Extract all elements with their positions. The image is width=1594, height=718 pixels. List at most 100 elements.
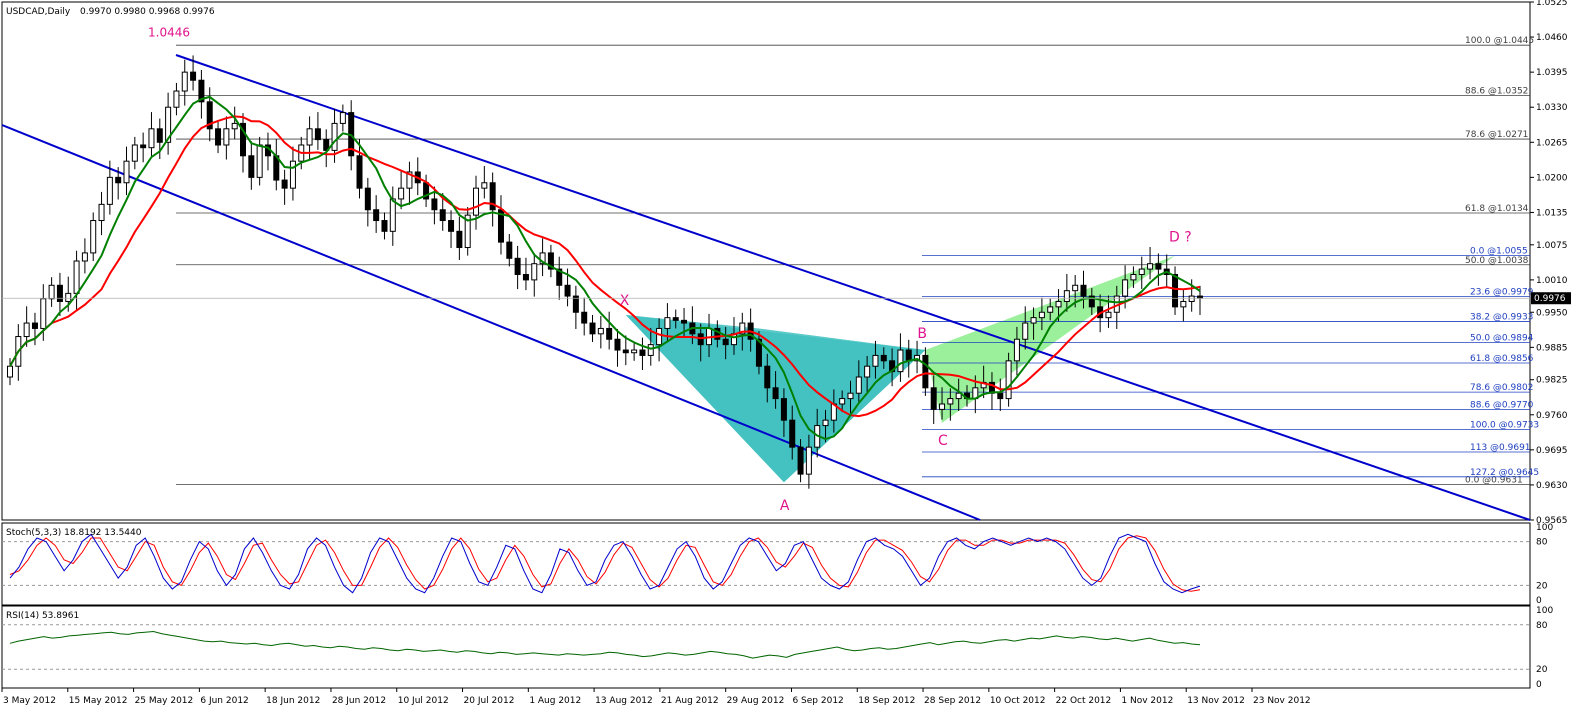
fib-lower-label: 78.6 @0.9802 <box>1470 383 1533 393</box>
bear-candle <box>614 338 621 351</box>
x-tick-label: 23 Nov 2012 <box>1253 696 1311 706</box>
window-title: USDCAD,Daily <box>6 7 71 17</box>
y-tick-label: 0.9760 <box>1536 411 1568 421</box>
x-tick-label: 18 Jun 2012 <box>266 696 320 706</box>
x-tick-label: 28 Sep 2012 <box>924 696 981 706</box>
bull-candle <box>98 203 105 222</box>
bear-candle <box>589 322 596 335</box>
y-tick-label: 1.0525 <box>1536 0 1568 8</box>
bull-candle <box>1030 317 1037 324</box>
rsi-y-label: 20 <box>1536 665 1548 675</box>
bull-candle <box>473 187 480 216</box>
bull-candle <box>647 344 654 356</box>
bull-candle <box>1130 273 1137 281</box>
x-tick-label: 18 Sep 2012 <box>858 696 915 706</box>
bear-candle <box>930 387 937 410</box>
bear-candle <box>672 317 679 321</box>
bull-candle <box>7 365 13 378</box>
bear-candle <box>639 349 646 356</box>
bear-candle <box>364 187 371 211</box>
fib-upper-label: 50.0 @1.0038 <box>1465 256 1529 266</box>
bull-candle <box>1180 300 1187 308</box>
rsi-y-label: 100 <box>1536 606 1553 616</box>
bull-candle <box>531 263 538 281</box>
fib-upper-label: 100.0 @1.0445 <box>1465 36 1534 46</box>
bear-candle <box>356 155 363 189</box>
y-tick-label: 1.0265 <box>1536 138 1568 148</box>
bull-candle <box>181 71 188 92</box>
bull-candle <box>1138 268 1145 275</box>
bear-candle <box>764 365 771 389</box>
bear-candle <box>381 220 388 232</box>
bull-candle <box>306 128 313 146</box>
y-tick-label: 1.0075 <box>1536 241 1568 251</box>
bear-candle <box>997 392 1004 400</box>
bear-candle <box>922 354 929 389</box>
fib-lower-label: 23.6 @0.9979 <box>1470 288 1534 298</box>
bull-candle <box>847 392 854 400</box>
bull-candle <box>631 349 638 354</box>
pattern-label: X <box>620 293 630 309</box>
x-tick-label: 6 Sep 2012 <box>792 696 843 706</box>
bear-candle <box>905 349 912 362</box>
bull-candle <box>864 365 871 378</box>
x-tick-label: 20 Jul 2012 <box>464 696 515 706</box>
y-tick-label: 1.0460 <box>1536 33 1568 43</box>
x-tick-label: 21 Aug 2012 <box>661 696 719 706</box>
x-tick-label: 29 Aug 2012 <box>727 696 785 706</box>
bull-candle <box>398 187 405 200</box>
bear-candle <box>31 322 38 329</box>
bull-candle <box>664 317 671 329</box>
bull-candle <box>897 349 904 373</box>
ohlc-readout: 0.9970 0.9980 0.9968 0.9976 <box>80 7 215 17</box>
bull-candle <box>1013 338 1020 362</box>
stoch-label: Stoch(5,3,3) 18.8192 13.5440 <box>6 528 142 538</box>
fib-upper-label: 61.8 @1.0134 <box>1465 204 1529 214</box>
bear-candle <box>1172 273 1179 308</box>
x-tick-label: 15 May 2012 <box>69 696 128 706</box>
stoch-y-label: 100 <box>1536 523 1553 533</box>
bull-candle <box>81 252 88 262</box>
rsi-y-label: 0 <box>1536 680 1542 690</box>
stoch-y-label: 0 <box>1536 596 1542 606</box>
y-tick-label: 1.0135 <box>1536 208 1568 218</box>
fib-lower-label: 127.2 @0.9645 <box>1470 468 1539 478</box>
y-tick-label: 0.9695 <box>1536 446 1568 456</box>
current-price-label: 0.9976 <box>1534 294 1566 304</box>
bear-candle <box>448 220 455 232</box>
bear-candle <box>880 354 887 362</box>
bear-candle <box>622 349 629 354</box>
bear-candle <box>56 284 63 302</box>
bull-candle <box>65 292 72 302</box>
bear-candle <box>581 311 588 324</box>
usdcad-chart[interactable]: 100.0 @1.0445 88.6 @1.0352 78.6 @1.0271 61.… <box>0 0 1594 718</box>
bull-candle <box>123 160 130 184</box>
bull-candle <box>1147 263 1154 270</box>
bull-candle <box>389 198 396 232</box>
bull-candle <box>805 446 812 475</box>
x-tick-label: 13 Aug 2012 <box>595 696 653 706</box>
bull-candle <box>855 376 862 394</box>
bull-candle <box>1105 311 1112 319</box>
bull-candle <box>289 160 296 189</box>
bull-candle <box>1072 284 1079 292</box>
fib-lower-label: 88.6 @0.9770 <box>1470 400 1534 410</box>
x-tick-label: 22 Oct 2012 <box>1056 696 1112 706</box>
bull-candle <box>106 176 113 205</box>
fib-upper-label: 78.6 @1.0271 <box>1465 130 1528 140</box>
x-tick-label: 25 May 2012 <box>135 696 194 706</box>
y-tick-label: 0.9950 <box>1536 308 1568 318</box>
x-tick-label: 6 Jun 2012 <box>200 696 248 706</box>
bull-candle <box>48 284 55 300</box>
bull-candle <box>1038 311 1045 319</box>
bull-candle <box>939 403 946 410</box>
rsi-label: RSI(14) 53.8961 <box>6 611 79 621</box>
y-tick-label: 0.9630 <box>1536 481 1568 491</box>
y-tick-label: 0.9825 <box>1536 376 1568 386</box>
bear-candle <box>780 398 787 421</box>
bear-candle <box>522 273 529 281</box>
pattern-label: D ? <box>1169 230 1192 246</box>
bull-candle <box>173 90 180 108</box>
bear-candle <box>248 155 255 178</box>
bull-candle <box>73 260 80 294</box>
